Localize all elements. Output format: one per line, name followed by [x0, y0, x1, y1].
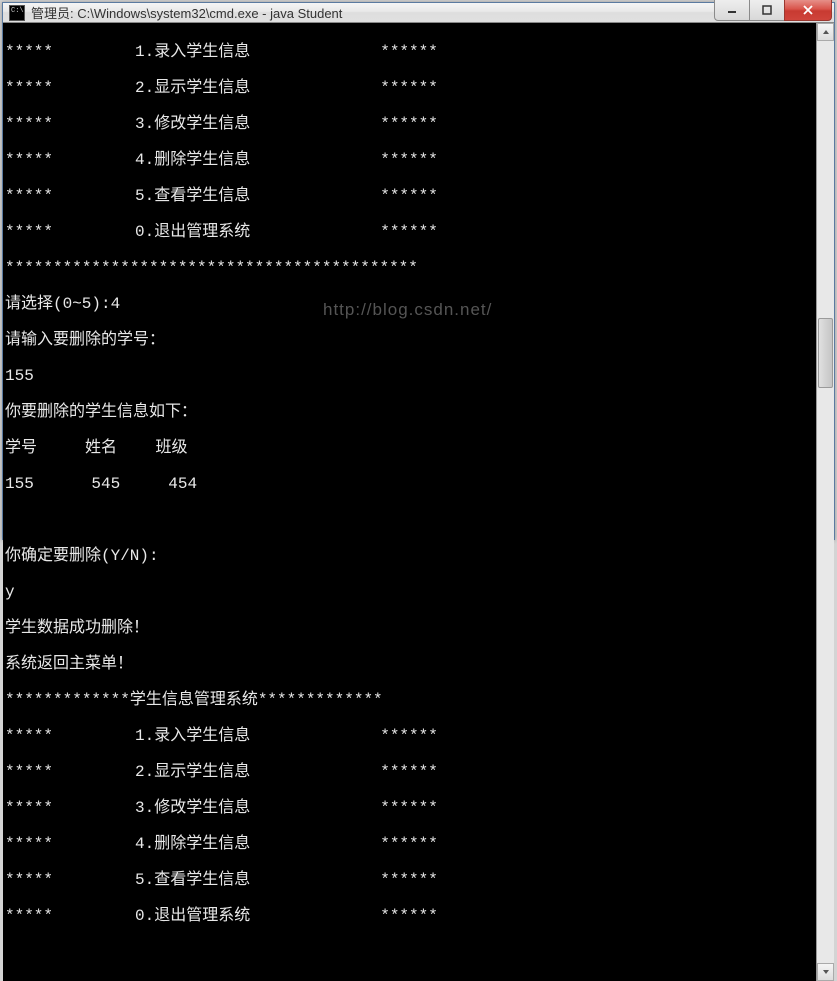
chevron-down-icon	[822, 969, 830, 975]
menu-prefix: *****	[5, 763, 135, 781]
menu-suffix: ******	[380, 727, 438, 745]
menu-prefix: *****	[5, 115, 135, 133]
menu-suffix: ******	[380, 187, 438, 205]
menu-item: 3.修改学生信息	[135, 115, 250, 133]
menu-separator: ****************************************…	[5, 259, 814, 277]
col-name: 姓名	[85, 439, 117, 457]
menu-prefix: *****	[5, 223, 135, 241]
menu-item: 1.录入学生信息	[135, 43, 250, 61]
menu-item: 5.查看学生信息	[135, 187, 250, 205]
menu-item: 4.删除学生信息	[135, 835, 250, 853]
scrollbar-thumb[interactable]	[818, 318, 833, 388]
cmd-window: 管理员: C:\Windows\system32\cmd.exe - java …	[2, 2, 835, 540]
row-id: 155	[5, 475, 34, 493]
scrollbar-track[interactable]	[817, 41, 834, 963]
menu-prefix: *****	[5, 907, 135, 925]
titlebar[interactable]: 管理员: C:\Windows\system32\cmd.exe - java …	[3, 3, 834, 23]
window-title: 管理员: C:\Windows\system32\cmd.exe - java …	[31, 3, 715, 22]
choice-value: 4	[111, 295, 121, 313]
cmd-icon	[9, 5, 25, 21]
minimize-icon	[727, 5, 737, 15]
menu-item: 5.查看学生信息	[135, 871, 250, 889]
menu-suffix: ******	[380, 43, 438, 61]
menu-prefix: *****	[5, 835, 135, 853]
vertical-scrollbar[interactable]	[816, 23, 834, 981]
scroll-up-button[interactable]	[817, 23, 834, 41]
menu-suffix: ******	[380, 763, 438, 781]
minimize-button[interactable]	[714, 0, 750, 21]
menu-prefix: *****	[5, 43, 135, 61]
menu-prefix: *****	[5, 79, 135, 97]
menu-suffix: ******	[380, 835, 438, 853]
scroll-down-button[interactable]	[817, 963, 834, 981]
col-id: 学号	[5, 439, 37, 457]
confirm-prompt: 你确定要删除(Y/N):	[5, 547, 814, 565]
menu-suffix: ******	[380, 79, 438, 97]
close-button[interactable]	[784, 0, 832, 21]
console-area: *****1.录入学生信息****** *****2.显示学生信息****** …	[3, 23, 834, 981]
close-icon	[802, 4, 814, 16]
menu-item: 4.删除学生信息	[135, 151, 250, 169]
enter-id-prompt: 请输入要删除的学号：	[5, 331, 814, 349]
menu-prefix: *****	[5, 799, 135, 817]
menu-item: 0.退出管理系统	[135, 907, 250, 925]
maximize-icon	[762, 5, 772, 15]
menu-item: 2.显示学生信息	[135, 763, 250, 781]
menu-prefix: *****	[5, 727, 135, 745]
deleted-msg: 学生数据成功删除！	[5, 619, 814, 637]
menu-suffix: ******	[380, 871, 438, 889]
row-name: 545	[91, 475, 120, 493]
info-header: 你要删除的学生信息如下：	[5, 403, 814, 421]
confirm-value: y	[5, 583, 814, 601]
row-class: 454	[168, 475, 197, 493]
id-input-value: 155	[5, 367, 814, 385]
menu-item: 2.显示学生信息	[135, 79, 250, 97]
window-controls	[715, 0, 832, 21]
menu-item: 0.退出管理系统	[135, 223, 250, 241]
col-class: 班级	[155, 439, 187, 457]
menu-suffix: ******	[380, 907, 438, 925]
menu-item: 3.修改学生信息	[135, 799, 250, 817]
menu-prefix: *****	[5, 187, 135, 205]
menu-suffix: ******	[380, 799, 438, 817]
menu-suffix: ******	[380, 151, 438, 169]
return-msg: 系统返回主菜单！	[5, 655, 814, 673]
menu-suffix: ******	[380, 223, 438, 241]
menu-prefix: *****	[5, 151, 135, 169]
chevron-up-icon	[822, 29, 830, 35]
menu-item: 1.录入学生信息	[135, 727, 250, 745]
menu-suffix: ******	[380, 115, 438, 133]
choose-prompt: 请选择(0~5):	[5, 295, 111, 313]
maximize-button[interactable]	[749, 0, 785, 21]
menu-header: *************学生信息管理系统*************	[5, 691, 814, 709]
console-output[interactable]: *****1.录入学生信息****** *****2.显示学生信息****** …	[3, 23, 816, 981]
menu-prefix: *****	[5, 871, 135, 889]
